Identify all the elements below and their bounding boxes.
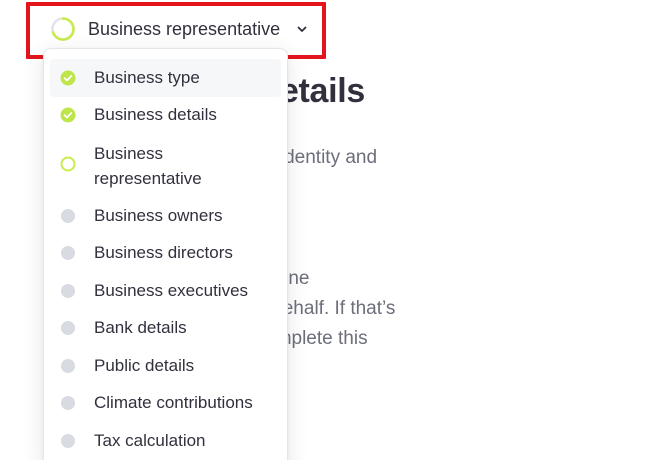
menu-item-label: Tax calculation: [94, 430, 206, 450]
menu-item-label: Business directors: [94, 243, 233, 263]
menu-item-label: Public details: [94, 355, 195, 375]
menu-item-label: Business type: [94, 67, 200, 87]
menu-item-label: Business owners: [94, 205, 223, 225]
screen: rsonal details n to verify your identity…: [0, 0, 657, 460]
check-circle-icon: [60, 70, 76, 86]
menu-item-label: Business executives: [94, 280, 249, 300]
menu-item-business-owners[interactable]: Business owners: [50, 197, 281, 235]
steps-menu: Business type Business details Business …: [43, 48, 288, 460]
pending-dot-icon: [61, 246, 75, 261]
menu-item-tax-calculation[interactable]: Tax calculation: [50, 422, 281, 460]
menu-item-business-representative[interactable]: Business representative: [50, 134, 281, 197]
current-step-ring-icon: [60, 156, 76, 172]
menu-item-business-type[interactable]: Business type: [50, 59, 281, 97]
menu-item-climate-contributions[interactable]: Climate contributions: [50, 385, 281, 423]
menu-item-bank-details[interactable]: Bank details: [50, 310, 281, 348]
pending-dot-icon: [61, 358, 75, 373]
progress-ring-icon: [51, 17, 75, 41]
menu-item-label: Business representative: [94, 143, 202, 188]
menu-item-business-details[interactable]: Business details: [50, 97, 281, 135]
menu-item-label: Bank details: [94, 318, 187, 338]
pending-dot-icon: [61, 208, 75, 223]
menu-item-business-directors[interactable]: Business directors: [50, 235, 281, 273]
step-selector-label: Business representative: [88, 18, 281, 39]
menu-item-business-executives[interactable]: Business executives: [50, 272, 281, 310]
pending-dot-icon: [61, 283, 75, 298]
pending-dot-icon: [61, 321, 75, 336]
pending-dot-icon: [61, 433, 75, 448]
menu-item-label: Business details: [94, 105, 217, 125]
menu-item-label: Climate contributions: [94, 393, 253, 413]
pending-dot-icon: [61, 396, 75, 411]
menu-item-public-details[interactable]: Public details: [50, 347, 281, 385]
check-circle-icon: [60, 107, 76, 123]
chevron-down-icon: [297, 26, 307, 32]
step-selector-button[interactable]: Business representative: [50, 12, 308, 46]
